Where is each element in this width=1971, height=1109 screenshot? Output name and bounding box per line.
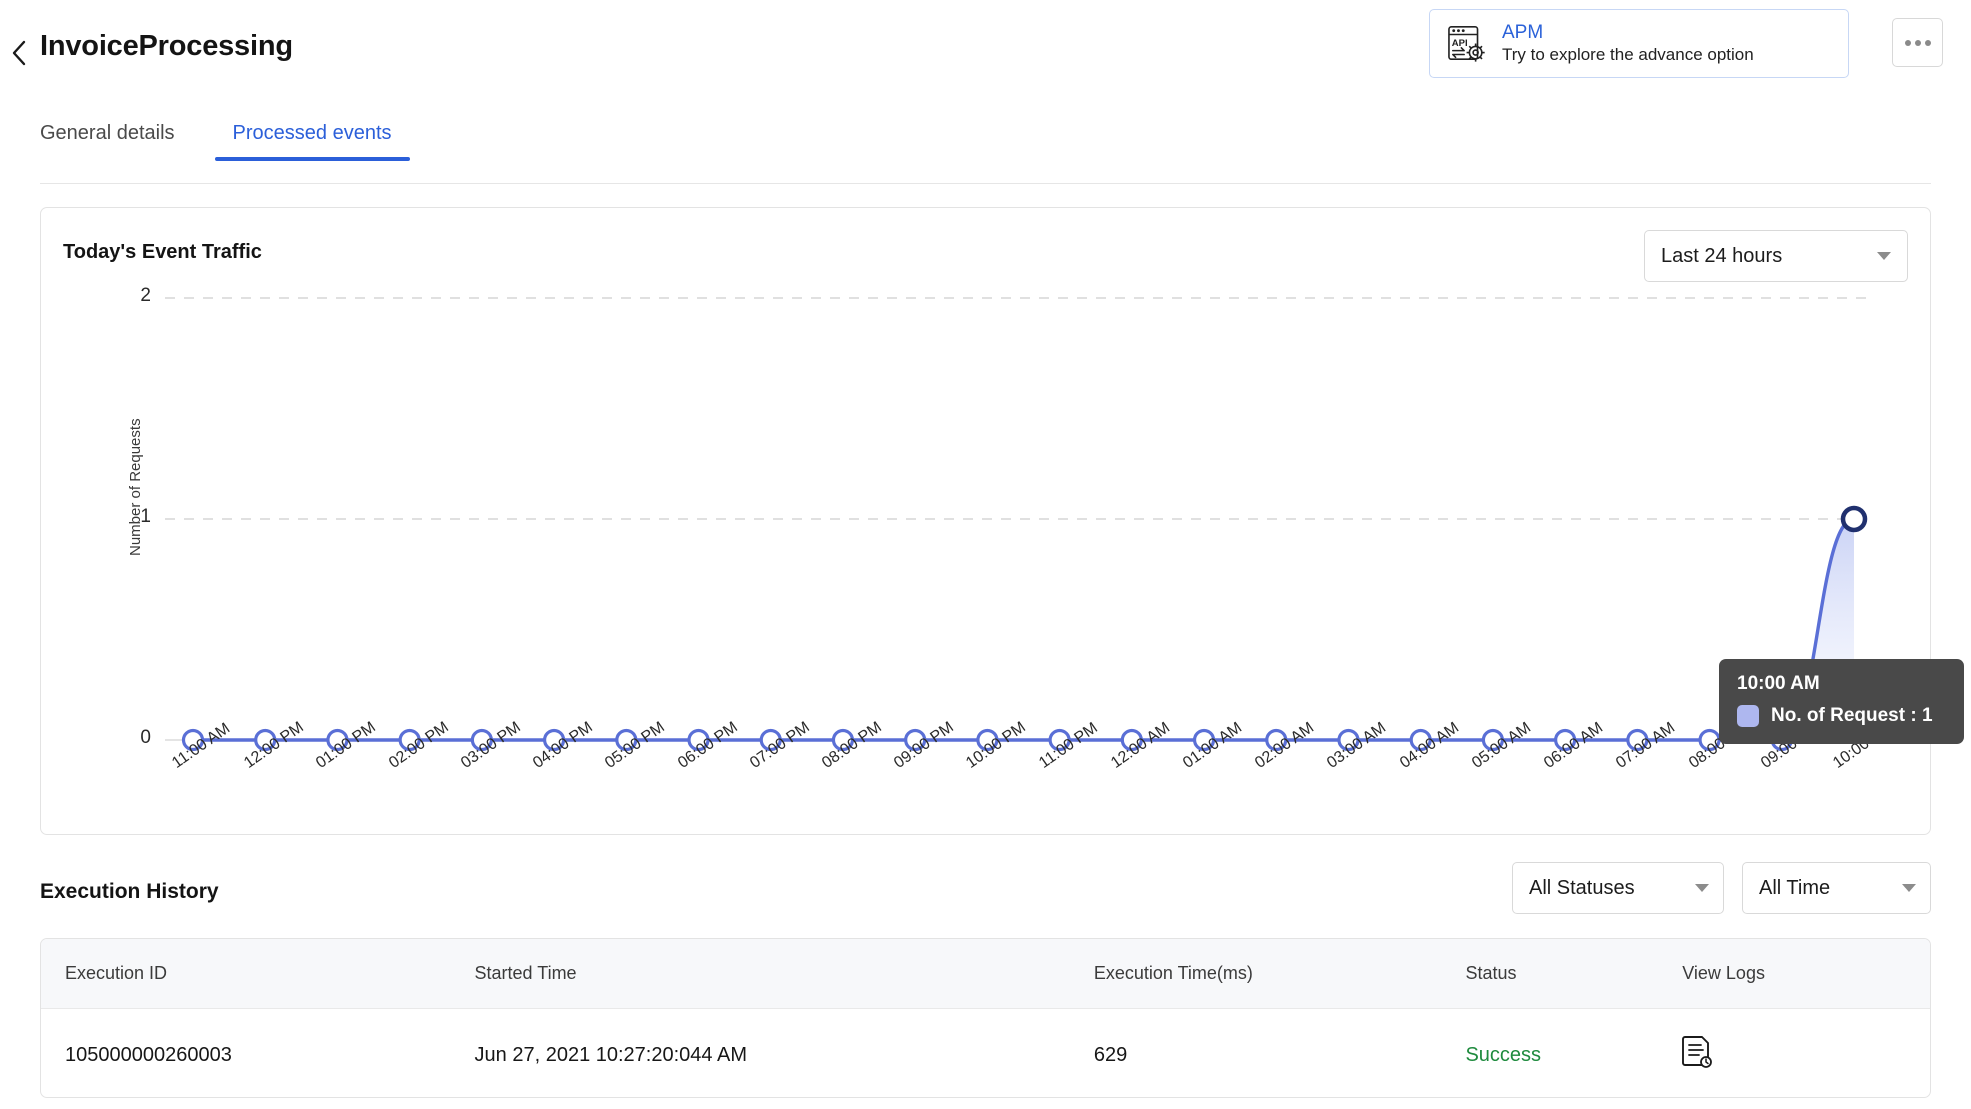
time-filter-select[interactable]: All Time [1742,862,1931,914]
tab-processed-events[interactable]: Processed events [215,122,410,161]
time-range-select[interactable]: Last 24 hours [1644,230,1908,282]
document-clock-icon [1682,1035,1712,1069]
apm-promo-card[interactable]: API APM Try to explore the advanc [1429,9,1849,78]
column-header-execution-time[interactable]: Execution Time(ms) [1094,939,1466,1009]
execution-history-table: Execution ID Started Time Execution Time… [41,939,1930,1098]
y-axis-tick-label: 2 [121,285,151,307]
chevron-down-icon [1902,884,1916,892]
apm-text-block: APM Try to explore the advance option [1502,22,1754,66]
table-header-row: Execution ID Started Time Execution Time… [41,939,1930,1009]
tab-bar-divider [40,183,1931,184]
chart-area [193,519,1854,740]
tooltip-series-label: No. of Request : 1 [1771,705,1933,727]
chart-gridlines [165,298,1866,519]
line-chart-plot: 012 11:00 AM12:00 PM01:00 PM02:00 PM03:0… [41,292,1932,836]
column-header-execution-id[interactable]: Execution ID [41,939,475,1009]
y-axis-tick-label: 0 [121,727,151,749]
chevron-left-icon [11,40,27,66]
page-root: InvoiceProcessing API [0,0,1971,1109]
cell-started-time: Jun 27, 2021 10:27:20:044 AM [475,1009,1094,1099]
more-options-button[interactable] [1892,18,1943,67]
tab-bar: General details Processed events [0,122,1971,168]
cell-execution-id: 105000000260003 [41,1009,475,1099]
page-header: InvoiceProcessing API [0,0,1971,105]
tooltip-time: 10:00 AM [1737,673,1946,695]
y-axis-tick-label: 1 [121,506,151,528]
back-button[interactable] [4,38,34,68]
execution-history-title: Execution History [40,880,219,904]
time-range-value: Last 24 hours [1661,245,1782,268]
cell-execution-time: 629 [1094,1009,1466,1099]
status-filter-select[interactable]: All Statuses [1512,862,1724,914]
chevron-down-icon [1695,884,1709,892]
tooltip-series-row: No. of Request : 1 [1737,705,1946,727]
time-filter-value: All Time [1759,877,1830,900]
chart-tooltip: 10:00 AM No. of Request : 1 [1719,659,1964,744]
tab-general-details[interactable]: General details [22,122,193,161]
event-traffic-card: Today's Event Traffic Last 24 hours Numb… [40,207,1931,835]
chevron-down-icon [1877,252,1891,260]
column-header-status[interactable]: Status [1465,939,1682,1009]
table-row[interactable]: 105000000260003 Jun 27, 2021 10:27:20:04… [41,1009,1930,1099]
apm-title: APM [1502,22,1754,44]
table-body: 105000000260003 Jun 27, 2021 10:27:20:04… [41,1009,1930,1099]
status-badge: Success [1465,1009,1682,1099]
chart-points [184,508,1866,750]
more-horizontal-icon-dot [1915,40,1921,46]
more-horizontal-icon-dot [1905,40,1911,46]
column-header-view-logs[interactable]: View Logs [1682,939,1930,1009]
more-horizontal-icon-dot [1925,40,1931,46]
apm-subtitle: Try to explore the advance option [1502,44,1754,66]
cell-view-logs [1682,1009,1930,1099]
chart-data-point[interactable] [1843,508,1865,530]
chart-title: Today's Event Traffic [63,241,262,264]
view-logs-button[interactable] [1682,1035,1712,1075]
table-head: Execution ID Started Time Execution Time… [41,939,1930,1009]
column-header-started-time[interactable]: Started Time [475,939,1094,1009]
page-title: InvoiceProcessing [40,30,293,63]
svg-text:API: API [1452,37,1468,48]
chart-line [193,519,1854,740]
tooltip-color-swatch [1737,705,1759,727]
execution-history-table-wrapper: Execution ID Started Time Execution Time… [40,938,1931,1098]
status-filter-value: All Statuses [1529,877,1635,900]
api-gear-icon: API [1446,24,1490,64]
